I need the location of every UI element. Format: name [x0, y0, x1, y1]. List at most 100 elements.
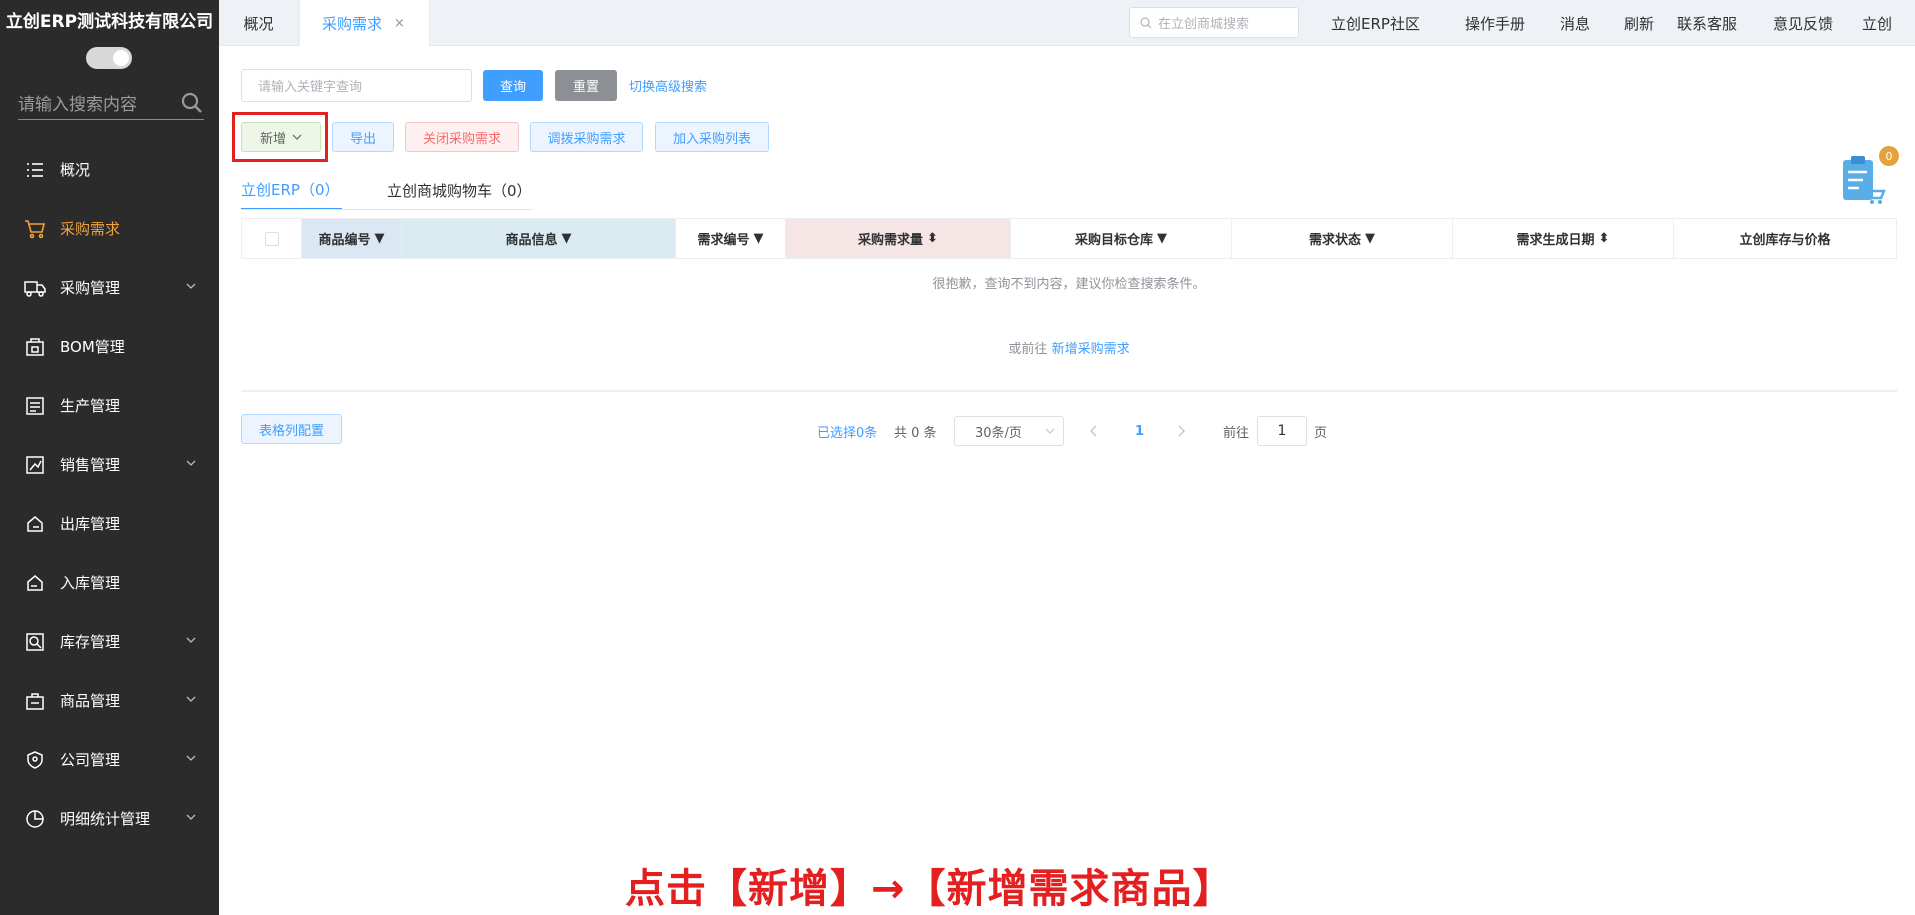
new-demand-link[interactable]: 新增采购需求 [1052, 342, 1130, 357]
sort-icon[interactable]: ⬍ [1599, 231, 1610, 246]
next-page-button[interactable] [1176, 416, 1186, 446]
sidebar-item-company[interactable]: 公司管理 [0, 730, 219, 789]
link-manual[interactable]: 操作手册 [1465, 0, 1525, 46]
th-target-warehouse[interactable]: 采购目标仓库 ▼ [1011, 219, 1232, 258]
sidebar-search-input[interactable]: 请输入搜索内容 [18, 90, 180, 115]
mall-search-input[interactable]: 在立创商城搜索 [1129, 7, 1299, 38]
sidebar-item-label: 明细统计管理 [60, 810, 151, 828]
mall-search-placeholder: 在立创商城搜索 [1158, 17, 1250, 32]
sidebar-item-goods[interactable]: 商品管理 [0, 671, 219, 730]
advanced-search-link[interactable]: 切换高级搜索 [629, 76, 707, 95]
search-icon [1140, 16, 1152, 28]
filter-icon[interactable]: ▼ [1365, 231, 1375, 246]
sidebar-item-production[interactable]: 生产管理 [0, 376, 219, 435]
pie-chart-icon [24, 808, 46, 830]
th-goods-info[interactable]: 商品信息 ▼ [402, 219, 676, 258]
theme-toggle[interactable] [86, 47, 132, 69]
goto-page-input[interactable]: 1 [1257, 416, 1307, 446]
close-icon[interactable]: × [394, 16, 405, 31]
th-stock-price: 立创库存与价格 [1674, 219, 1896, 258]
prev-page-button[interactable] [1089, 416, 1099, 446]
new-button-label: 新增 [259, 131, 286, 147]
th-demand-qty[interactable]: 采购需求量 ⬍ [786, 219, 1011, 258]
keyword-placeholder: 请输入关键字查询 [258, 80, 363, 95]
empty-alt-prefix: 或前往 [1008, 342, 1048, 357]
table-header: 商品编号 ▼ 商品信息 ▼ 需求编号 ▼ 采购需求量 ⬍ 采购目标仓库 ▼ 需求状态 ▼ 需… [241, 218, 1897, 259]
column-config-button[interactable]: 表格列配置 [241, 414, 342, 444]
sidebar-item-label: 采购管理 [60, 279, 121, 297]
sidebar-item-overview[interactable]: 概况 [0, 140, 219, 199]
sidebar-item-statistics[interactable]: 明细统计管理 [0, 789, 219, 848]
select-all-checkbox[interactable] [264, 231, 279, 246]
instruction-caption: 点击【新增】→【新增需求商品】 [625, 866, 1234, 912]
purchase-list-cart[interactable]: 0 [1839, 146, 1899, 206]
table-divider [241, 390, 1897, 392]
select-all-checkbox-cell[interactable] [242, 219, 302, 258]
th-demand-status[interactable]: 需求状态 ▼ [1232, 219, 1453, 258]
sidebar-item-purchase-demand[interactable]: 采购需求 [0, 199, 219, 258]
filter-icon[interactable]: ▼ [1157, 231, 1167, 246]
transfer-demand-button[interactable]: 调拨采购需求 [530, 122, 643, 152]
page-size-select[interactable]: 30条/页 [954, 416, 1064, 446]
sidebar-item-outbound[interactable]: 出库管理 [0, 494, 219, 553]
query-button[interactable]: 查询 [483, 70, 543, 101]
link-support[interactable]: 联系客服 [1677, 0, 1737, 46]
selected-count: 已选择0条 [817, 425, 878, 441]
filter-icon[interactable]: ▼ [375, 231, 385, 246]
header-label: 需求编号 [697, 233, 750, 248]
th-demand-no[interactable]: 需求编号 ▼ [676, 219, 786, 258]
close-demand-button[interactable]: 关闭采购需求 [405, 122, 519, 152]
sidebar-item-label: 销售管理 [60, 456, 121, 474]
cart-icon [24, 218, 46, 240]
link-refresh[interactable]: 刷新 [1624, 0, 1654, 46]
th-goods-code[interactable]: 商品编号 ▼ [302, 219, 402, 258]
chevron-down-icon [186, 755, 196, 761]
sort-icon[interactable]: ⬍ [927, 231, 938, 246]
tab-label: 概况 [243, 14, 274, 33]
filter-icon[interactable]: ▼ [562, 231, 572, 246]
add-to-purchase-list-button[interactable]: 加入采购列表 [655, 122, 769, 152]
search-icon[interactable] [180, 91, 204, 115]
tab-overview[interactable]: 概况 [219, 0, 299, 46]
header-label: 采购目标仓库 [1074, 233, 1153, 248]
link-community[interactable]: 立创ERP社区 [1331, 0, 1420, 46]
truck-icon [24, 277, 46, 299]
link-messages[interactable]: 消息 [1560, 0, 1590, 46]
tab-purchase-demand[interactable]: 采购需求 × [300, 0, 430, 46]
new-button[interactable]: 新增 [241, 122, 321, 152]
sidebar-item-label: 库存管理 [60, 633, 121, 651]
sidebar-item-inbound[interactable]: 入库管理 [0, 553, 219, 612]
sidebar-item-sales[interactable]: 销售管理 [0, 435, 219, 494]
link-lichuang[interactable]: 立创 [1862, 0, 1892, 46]
chevron-down-icon [1045, 428, 1055, 434]
sidebar-item-purchase-management[interactable]: 采购管理 [0, 258, 219, 317]
toggle-knob [113, 50, 129, 66]
page-size-value: 30条/页 [975, 425, 1022, 441]
tab-mall-cart[interactable]: 立创商城购物车（0） [387, 170, 532, 210]
tab-label: 采购需求 [322, 14, 383, 33]
keyword-input[interactable]: 请输入关键字查询 [241, 69, 472, 102]
th-created-date[interactable]: 需求生成日期 ⬍ [1453, 219, 1674, 258]
reset-button[interactable]: 重置 [555, 70, 617, 101]
company-name: 立创ERP测试科技有限公司 [5, 12, 214, 32]
sales-icon [24, 454, 46, 476]
chevron-down-icon [186, 696, 196, 702]
inventory-icon [24, 631, 46, 653]
sidebar-search[interactable]: 请输入搜索内容 [18, 86, 204, 120]
chevron-left-icon [1090, 425, 1097, 437]
filter-icon[interactable]: ▼ [754, 231, 764, 246]
chevron-down-icon [186, 283, 196, 289]
export-button[interactable]: 导出 [332, 122, 394, 152]
subtab-divider [241, 209, 533, 210]
goods-icon [24, 690, 46, 712]
sidebar-item-label: 商品管理 [60, 692, 121, 710]
total-count: 共 0 条 [894, 425, 937, 441]
link-feedback[interactable]: 意见反馈 [1773, 0, 1833, 46]
sidebar-item-inventory[interactable]: 库存管理 [0, 612, 219, 671]
header-label: 采购需求量 [858, 233, 924, 248]
chevron-down-icon [186, 814, 196, 820]
sidebar-item-label: 入库管理 [60, 574, 121, 592]
tab-lichuang-erp[interactable]: 立创ERP（0） [241, 170, 342, 210]
sidebar-item-bom[interactable]: BOM管理 [0, 317, 219, 376]
page-number[interactable]: 1 [1135, 416, 1144, 446]
